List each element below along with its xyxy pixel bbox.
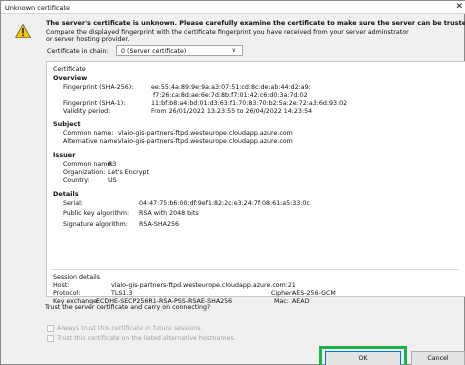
issuer-org-label: Organization:	[63, 169, 106, 176]
host-value: vlaio-gis-partners-ftpd.westeurope.cloud…	[111, 282, 296, 289]
warning-icon	[15, 24, 31, 38]
serial-value: 04:47:75:b6:00:df:9ef1:82:2c:e3:24:7f:08…	[139, 200, 310, 207]
session-heading: Session details	[53, 274, 101, 281]
title-bar: Unknown certificate ✕	[1, 1, 465, 14]
sig-algo-value: RSA-SHA256	[139, 221, 179, 228]
cancel-button[interactable]: Cancel	[411, 351, 465, 365]
warning-message: The server's certificate is unknown. Ple…	[46, 19, 465, 27]
issuer-heading: Issuer	[53, 151, 76, 159]
sig-algo-label: Signature algorithm:	[63, 221, 128, 228]
subject-cn-value: vlaio-gis-partners-ftpd.westeurope.cloud…	[118, 130, 293, 137]
issuer-cn-label: Common name:	[63, 161, 114, 168]
chain-select[interactable]: 0 (Server certificate) ∨	[116, 45, 243, 56]
chevron-down-icon: ∨	[231, 47, 236, 54]
compare-message-cont: or server hosting provider.	[46, 36, 130, 43]
subject-alt-value: vlaio-gis-partners-ftpd.westeurope.cloud…	[118, 138, 293, 145]
mac-value: AEAD	[292, 298, 310, 305]
subject-cn-label: Common name:	[63, 130, 114, 137]
session-separator	[51, 269, 459, 270]
issuer-country-value: US	[108, 177, 117, 184]
cipher-label: Cipher:	[271, 290, 294, 297]
pk-algo-label: Public key algorithm:	[63, 210, 130, 217]
subject-alt-label: Alternative name:	[63, 138, 120, 145]
protocol-label: Protocol:	[53, 290, 81, 297]
close-icon[interactable]: ✕	[455, 2, 463, 12]
trust-alt-hostnames-checkbox[interactable]	[47, 335, 54, 342]
protocol-value: TLS1.3	[111, 290, 133, 297]
host-label: Host:	[53, 282, 70, 289]
dialog-title: Unknown certificate	[5, 4, 71, 12]
fp1-label: Fingerprint (SHA-1):	[63, 100, 126, 107]
details-heading: Details	[53, 190, 79, 198]
chain-label: Certificate in chain:	[47, 48, 109, 55]
certificate-panel: Certificate Overview Fingerprint (SHA-25…	[46, 61, 465, 305]
cipher-value: AES-256-GCM	[292, 290, 336, 297]
issuer-org-value: Let's Encrypt	[108, 169, 149, 176]
overview-heading: Overview	[53, 74, 88, 82]
trust-question: Trust the server certificate and carry o…	[45, 304, 211, 311]
subject-heading: Subject	[53, 120, 81, 128]
issuer-cn-value: R3	[108, 161, 117, 168]
validity-label: Validity period:	[63, 108, 111, 115]
always-trust-label: Always trust this certificate in future …	[57, 325, 203, 332]
always-trust-checkbox[interactable]	[47, 325, 54, 332]
serial-label: Serial:	[63, 200, 83, 207]
fp256-value-2: f7:26:ca:8d:ae:6e:7d:8b:f7:01:42:c6:d0:3…	[153, 92, 308, 99]
chain-selected-value: 0 (Server certificate)	[121, 47, 187, 55]
trust-alt-hostnames-label: Trust this certificate on the listed alt…	[57, 335, 236, 342]
certificate-dialog: Unknown certificate ✕ The server's certi…	[0, 0, 465, 365]
issuer-country-label: Country:	[63, 177, 90, 184]
pk-algo-value: RSA with 2048 bits	[139, 210, 199, 217]
compare-message: Compare the displayed fingerprint with t…	[46, 29, 409, 36]
fp256-value-1: ee:55:4a:89:9e:9a:a3:07:51:cd:8c:de:ab:4…	[151, 84, 311, 91]
fp1-value: 11:bf:b8:a4:bd:01:d3:63:f1:70:83:70:b2:5…	[151, 100, 348, 107]
fp256-label: Fingerprint (SHA-256):	[63, 84, 134, 91]
ok-button[interactable]: OK	[325, 351, 401, 365]
certificate-group-label: Certificate	[53, 66, 86, 73]
mac-label: Mac:	[274, 298, 289, 305]
validity-value: From 26/01/2022 13:23:55 to 26/04/2022 1…	[151, 108, 313, 115]
